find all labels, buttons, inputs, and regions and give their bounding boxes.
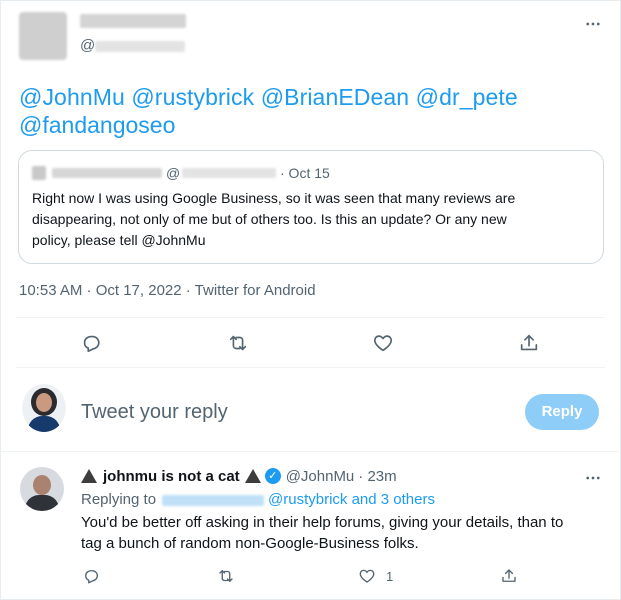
reply-author-name[interactable]: johnmu is not a cat — [103, 468, 240, 485]
author-name[interactable] — [80, 14, 186, 28]
reply-retweet-button[interactable] — [215, 565, 237, 587]
author-handle[interactable] — [95, 41, 185, 52]
share-icon — [520, 334, 538, 351]
like-icon — [374, 335, 392, 352]
reply-author-line: johnmu is not a cat ✓ @JohnMu · 23m — [81, 466, 397, 486]
retweet-button[interactable] — [225, 330, 251, 356]
reply-reply-button[interactable] — [80, 565, 102, 587]
tweet-timestamp[interactable]: 10:53 AM · Oct 17, 2022 · Twitter for An… — [19, 282, 316, 299]
quoted-text-line3: policy, please tell @JohnMu — [32, 232, 206, 248]
share-icon — [502, 569, 516, 582]
replying-to-prefix: Replying to — [81, 491, 157, 508]
divider — [16, 317, 605, 318]
divider — [16, 367, 605, 368]
replying-to-blurred-handle[interactable] — [162, 495, 264, 506]
verified-badge-icon: ✓ — [264, 468, 281, 484]
replying-to-others-link[interactable]: @rustybrick and 3 others — [268, 491, 435, 508]
quoted-handle[interactable] — [182, 168, 276, 178]
reply-composer-input[interactable]: Tweet your reply — [81, 401, 228, 424]
cone-icon — [244, 469, 261, 483]
current-user-avatar[interactable] — [22, 384, 66, 432]
cone-icon — [81, 469, 97, 483]
quoted-text-line2: disappearing, not only of me but of othe… — [32, 211, 507, 227]
quoted-text-line1: Right now I was using Google Business, s… — [32, 190, 516, 206]
reply-submit-button[interactable]: Reply — [525, 394, 599, 430]
more-options-button[interactable] — [583, 14, 603, 34]
more-horizontal-icon — [586, 476, 600, 480]
reply-like-button[interactable] — [356, 565, 378, 587]
reply-text-line1: You'd be better off asking in their help… — [81, 514, 564, 531]
reply-share-button[interactable] — [498, 565, 520, 587]
quoted-date[interactable]: · Oct 15 — [280, 165, 330, 181]
reply-text-line2: tag a bunch of random non-Google-Busines… — [81, 535, 419, 552]
reply-more-options-button[interactable] — [583, 468, 603, 488]
reply-time[interactable]: · 23m — [358, 468, 396, 485]
retweet-icon — [229, 335, 247, 351]
like-button[interactable] — [370, 330, 396, 356]
author-avatar[interactable] — [19, 12, 67, 60]
like-icon — [359, 569, 375, 583]
reply-like-count: 1 — [386, 569, 394, 584]
quoted-handle-prefix: @ — [166, 165, 181, 181]
reply-icon — [83, 335, 100, 353]
tweet-mentions-line2[interactable]: @fandangoseo — [19, 112, 175, 139]
quoted-avatar — [32, 166, 46, 180]
author-handle-prefix: @ — [80, 37, 96, 54]
retweet-icon — [219, 570, 233, 582]
quoted-author-name[interactable] — [52, 168, 162, 178]
reply-icon — [85, 570, 99, 584]
tweet-mentions-line1[interactable]: @JohnMu @rustybrick @BrianEDean @dr_pete — [19, 84, 518, 111]
reply-author-handle[interactable]: @JohnMu — [286, 468, 355, 485]
more-horizontal-icon — [586, 22, 600, 26]
section-divider — [0, 451, 621, 452]
reply-button[interactable] — [78, 330, 104, 356]
share-button[interactable] — [516, 330, 542, 356]
reply-author-avatar[interactable] — [20, 467, 64, 511]
